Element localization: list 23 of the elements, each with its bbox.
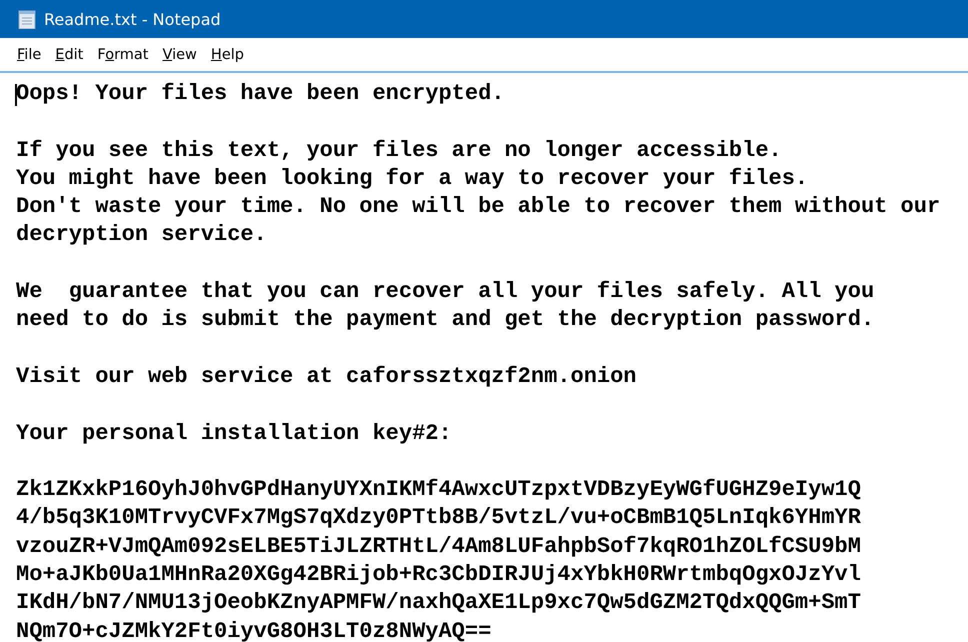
text-line: Don't waste your time. No one will be able to recover them without our bbox=[16, 193, 942, 222]
menu-item[interactable]: Help bbox=[204, 46, 251, 62]
menu-item[interactable]: Edit bbox=[48, 46, 90, 62]
notepad-icon bbox=[18, 9, 36, 29]
text-line: Your personal installation key#2: bbox=[16, 420, 453, 448]
text-line: If you see this text, your files are no longer accessible. bbox=[16, 136, 783, 165]
window-title: Readme.txt - Notepad bbox=[44, 10, 221, 28]
text-line: Zk1ZKxkP16OyhJ0hvGPdHanyUYXnIKMf4AwxcUTzpxtVDBzyEyWGfUGHZ9eIyw1Q bbox=[16, 476, 862, 504]
menu-item[interactable]: File bbox=[10, 46, 48, 62]
text-caret bbox=[15, 84, 16, 106]
text-line: Mo+aJKb0Ua1MHnRa20XGg42BRijob+Rc3CbDIRJUj4xYbkH0RWrtmbqOgxOJzYvl bbox=[16, 561, 862, 590]
menu-item[interactable]: View bbox=[155, 46, 204, 62]
text-line: need to do is submit the payment and get the decryption password. bbox=[16, 306, 876, 334]
text-line: IKdH/bN7/NMU13jOeobKZnyAPMFW/naxhQaXE1Lp9xc7Qw5dGZM2TQdxQQGm+SmT bbox=[16, 589, 862, 618]
text-line: 4/b5q3K10MTrvyCVFx7MgS7qXdzy0PTtb8B/5vtzL/vu+oCBmB1Q5LnIqk6YHmYR bbox=[16, 504, 862, 532]
text-line: We guarantee that you can recover all your files safely. All you bbox=[16, 278, 876, 306]
text-line: vzouZR+VJmQAm092sELBE5TiJLZRTHtL/4Am8LUFahpbSof7kqRO1hZOLfCSU9bM bbox=[16, 532, 862, 561]
menu-item[interactable]: Format bbox=[90, 46, 156, 62]
text-line: You might have been looking for a way to recover your files. bbox=[16, 164, 810, 193]
text-line: decryption service. bbox=[16, 221, 268, 250]
text-line: Visit our web service at caforssztxqzf2nm.onion bbox=[16, 362, 638, 391]
text-line: Oops! Your files have been encrypted. bbox=[16, 80, 506, 108]
text-line: NQm7O+cJZMkY2Ft0iyvG8OH3LT0z8NWyAQ== bbox=[16, 618, 492, 642]
